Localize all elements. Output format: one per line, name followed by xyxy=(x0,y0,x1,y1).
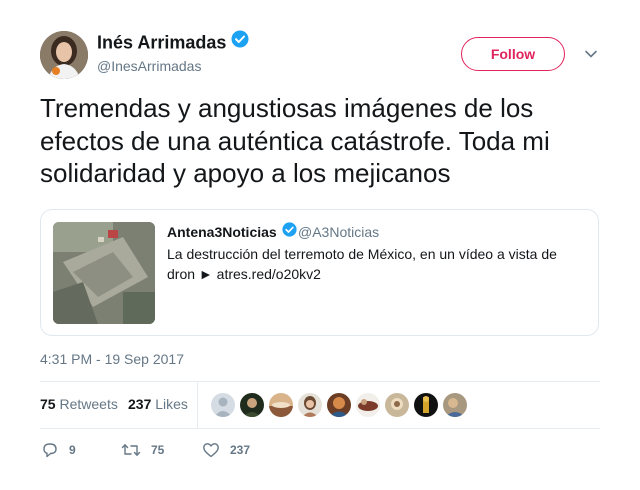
retweet-action[interactable]: 75 xyxy=(121,441,164,459)
liker-avatar[interactable] xyxy=(443,393,467,417)
liker-avatar[interactable] xyxy=(269,393,293,417)
liker-avatar[interactable] xyxy=(298,393,322,417)
quoted-author-name[interactable]: Antena3Noticias xyxy=(167,222,297,242)
retweets-stat[interactable]: 75 Retweets xyxy=(40,396,118,412)
quoted-tweet-thumbnail[interactable] xyxy=(53,222,155,324)
reply-count: 9 xyxy=(69,443,76,457)
like-count: 237 xyxy=(230,443,251,457)
liker-avatar[interactable] xyxy=(327,393,351,417)
likes-label: Likes xyxy=(155,396,188,412)
stats-top-divider xyxy=(40,381,600,382)
retweet-icon xyxy=(121,441,141,459)
retweet-count: 75 xyxy=(151,443,165,457)
verified-badge-icon xyxy=(231,30,249,53)
reply-icon xyxy=(41,441,59,459)
likes-stat[interactable]: 237 Likes xyxy=(128,396,188,412)
liker-avatar[interactable] xyxy=(211,393,235,417)
tweet-timestamp[interactable]: 4:31 PM - 19 Sep 2017 xyxy=(40,351,184,367)
liker-avatar[interactable] xyxy=(385,393,409,417)
retweets-label: Retweets xyxy=(59,396,118,412)
quoted-author-name-text[interactable]: Antena3Noticias xyxy=(167,224,277,240)
like-action[interactable]: 237 xyxy=(202,441,250,459)
quoted-author-handle[interactable]: @A3Noticias xyxy=(298,224,379,240)
stats-vertical-divider xyxy=(197,382,198,428)
author-name[interactable]: Inés Arrimadas xyxy=(97,30,249,55)
likes-count: 237 xyxy=(128,396,152,412)
quoted-tweet-text: La destrucción del terremoto de México, … xyxy=(167,246,557,282)
reply-action[interactable]: 9 xyxy=(41,441,76,459)
heart-icon xyxy=(202,441,220,459)
liker-avatar[interactable] xyxy=(414,393,438,417)
chevron-down-icon[interactable] xyxy=(584,47,598,61)
liker-avatar[interactable] xyxy=(240,393,264,417)
author-handle[interactable]: @InesArrimadas xyxy=(97,58,201,74)
tweet-text: Tremendas y angustiosas imágenes de los … xyxy=(40,93,550,188)
liker-avatar[interactable] xyxy=(356,393,380,417)
author-avatar[interactable] xyxy=(40,31,88,79)
quoted-verified-badge-icon xyxy=(282,222,297,240)
follow-button[interactable]: Follow xyxy=(461,37,565,71)
author-name-text[interactable]: Inés Arrimadas xyxy=(97,32,226,52)
retweets-count: 75 xyxy=(40,396,56,412)
stats-bottom-divider xyxy=(40,428,600,429)
